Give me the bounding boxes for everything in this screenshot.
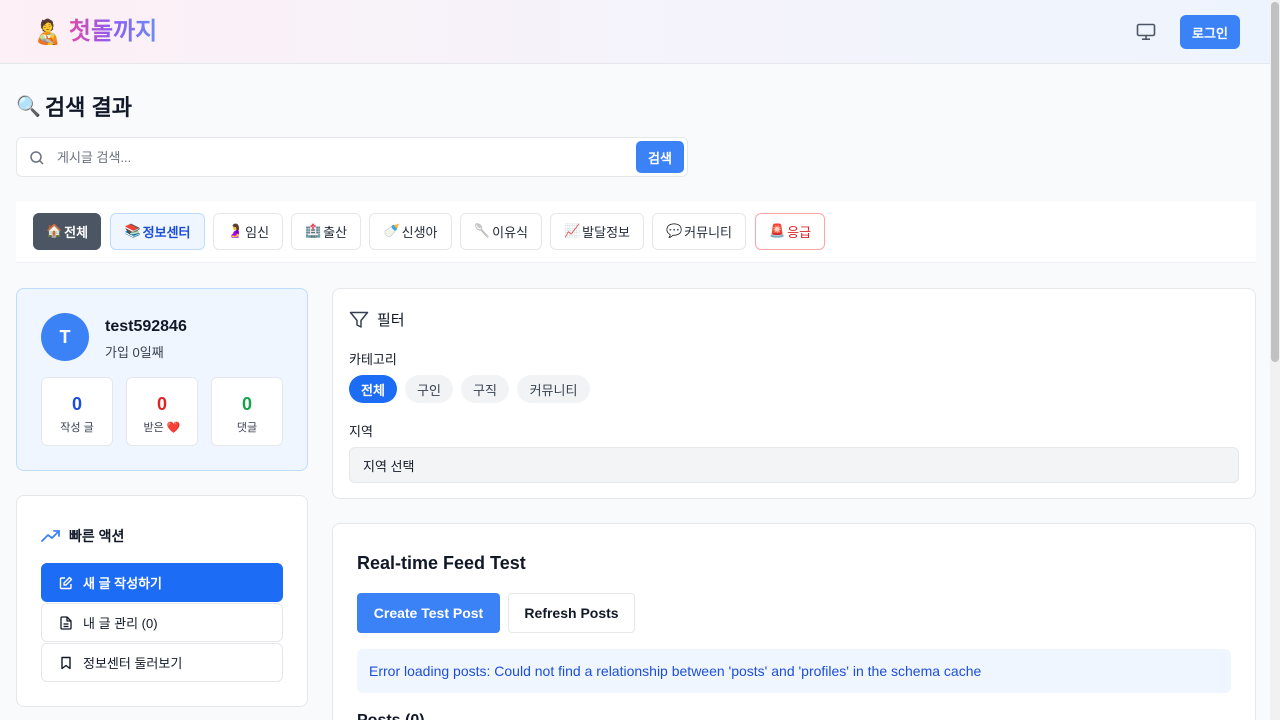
- my-posts-button[interactable]: 내 글 관리 (0): [41, 603, 283, 642]
- category-label: 응급: [787, 225, 812, 240]
- stat-comments[interactable]: 0 댓글: [211, 377, 283, 446]
- bookmark-icon: [61, 656, 71, 669]
- baby-bottle-icon: 🍼: [383, 224, 400, 239]
- category-tab-development[interactable]: 📈 발달정보: [550, 213, 644, 250]
- app-header: 🧑‍🍼 첫돌까지 로그인: [0, 0, 1270, 64]
- monitor-icon[interactable]: [1134, 21, 1158, 43]
- quick-actions-title: 빠른 액션: [41, 526, 124, 546]
- quick-actions-title-text: 빠른 액션: [69, 528, 125, 544]
- category-tab-newborn[interactable]: 🍼 신생아: [369, 213, 452, 250]
- stat-likes[interactable]: 0 받은 ❤️: [126, 377, 198, 446]
- profile-card: T test592846 가입 0일째 0 작성 글 0 받은 ❤️ 0 댓글: [16, 288, 308, 471]
- category-label: 커뮤니티: [684, 225, 733, 240]
- join-days: 가입 0일째: [105, 345, 164, 360]
- feed-title: Real-time Feed Test: [357, 553, 526, 573]
- login-button[interactable]: 로그인: [1180, 15, 1240, 49]
- chart-increasing-icon: 📈: [563, 224, 581, 239]
- category-tab-pregnancy[interactable]: 🤰 임신: [213, 213, 283, 250]
- region-filter-label: 지역: [349, 424, 373, 439]
- refresh-posts-button[interactable]: Refresh Posts: [508, 593, 635, 633]
- my-posts-label: 내 글 관리 (0): [83, 616, 158, 631]
- magnifier-icon: 🔍: [16, 94, 41, 118]
- pregnant-icon: 🤰: [226, 224, 244, 239]
- filter-card: 필터 카테고리 전체 구인 구직 커뮤니티 지역 지역 선택: [332, 288, 1256, 499]
- category-tab-community[interactable]: 💬 커뮤니티: [652, 213, 746, 250]
- logo-emoji-icon: 🧑‍🍼: [33, 18, 63, 46]
- page-title: 🔍 검색 결과: [16, 90, 132, 122]
- new-post-label: 새 글 작성하기: [83, 576, 162, 591]
- avatar[interactable]: T: [41, 313, 89, 361]
- stat-label: 댓글: [236, 422, 258, 434]
- scrollbar-thumb[interactable]: [1271, 2, 1279, 362]
- speech-bubble-icon: 💬: [665, 224, 683, 239]
- hospital-icon: 🏥: [304, 224, 322, 239]
- search-icon: [30, 151, 44, 165]
- filter-title: 필터: [349, 309, 405, 330]
- category-label: 전체: [64, 225, 89, 240]
- username: test592846: [105, 318, 187, 335]
- error-message: Error loading posts: Could not find a re…: [357, 649, 1231, 693]
- region-select[interactable]: 지역 선택: [349, 447, 1239, 483]
- stat-value: 0: [241, 394, 252, 414]
- create-test-post-button[interactable]: Create Test Post: [357, 593, 500, 633]
- category-label: 발달정보: [582, 225, 631, 240]
- page-title-text: 검색 결과: [44, 95, 132, 120]
- spoon-icon: 🥄: [473, 224, 491, 239]
- category-label: 정보센터: [142, 225, 191, 240]
- document-icon: [60, 615, 72, 630]
- search-button[interactable]: 검색: [636, 141, 684, 173]
- stat-value: 0: [156, 394, 167, 414]
- search-bar: 검색: [16, 137, 688, 177]
- category-label: 출산: [323, 225, 348, 240]
- category-tab-all[interactable]: 🏠 전체: [33, 213, 101, 250]
- filter-chip-job-seeking[interactable]: 구직: [461, 375, 509, 403]
- category-tab-emergency[interactable]: 🚨 응급: [755, 213, 825, 250]
- home-icon: 🏠: [45, 224, 63, 239]
- trending-up-icon: [41, 530, 60, 542]
- heart-icon: ❤️: [166, 421, 181, 434]
- browse-info-center-button[interactable]: 정보센터 둘러보기: [41, 643, 283, 682]
- books-icon: 📚: [124, 224, 141, 239]
- filter-chip-community[interactable]: 커뮤니티: [517, 375, 590, 403]
- logo-text: 첫돌까지: [69, 16, 157, 48]
- category-tab-info-center[interactable]: 📚 정보센터: [110, 213, 205, 250]
- stat-value: 0: [71, 394, 82, 414]
- filter-chip-all[interactable]: 전체: [349, 375, 397, 403]
- filter-title-text: 필터: [377, 312, 405, 329]
- filter-chip-hiring[interactable]: 구인: [405, 375, 453, 403]
- edit-icon: [59, 576, 73, 589]
- browse-info-center-label: 정보센터 둘러보기: [83, 656, 183, 671]
- logo[interactable]: 🧑‍🍼 첫돌까지: [33, 16, 157, 48]
- category-filter-label: 카테고리: [349, 352, 397, 367]
- quick-actions-card: 빠른 액션 새 글 작성하기 내 글 관리 (0) 정보센터 둘러보기: [16, 495, 308, 707]
- category-bar: 🏠 전체 📚 정보센터 🤰 임신 🏥 출산 🍼 신생아 🥄 이유식 📈 발달정보…: [16, 201, 1256, 263]
- category-tab-baby-food[interactable]: 🥄 이유식: [460, 213, 542, 250]
- stat-label: 받은 ❤️: [127, 419, 197, 435]
- category-tab-birth[interactable]: 🏥 출산: [291, 213, 361, 250]
- new-post-button[interactable]: 새 글 작성하기: [41, 563, 283, 602]
- siren-icon: 🚨: [768, 224, 786, 239]
- page-scrollbar[interactable]: [1270, 0, 1280, 720]
- filter-icon: [349, 311, 369, 328]
- category-label: 임신: [245, 225, 270, 240]
- stat-label: 작성 글: [60, 422, 94, 434]
- stat-label-text: 받은: [143, 422, 164, 434]
- stat-posts[interactable]: 0 작성 글: [41, 377, 113, 446]
- category-label: 이유식: [492, 225, 529, 240]
- posts-count: Posts (0): [357, 712, 425, 720]
- search-input[interactable]: [57, 146, 637, 168]
- category-label: 신생아: [401, 225, 438, 240]
- feed-test-card: Real-time Feed Test Create Test Post Ref…: [332, 523, 1256, 720]
